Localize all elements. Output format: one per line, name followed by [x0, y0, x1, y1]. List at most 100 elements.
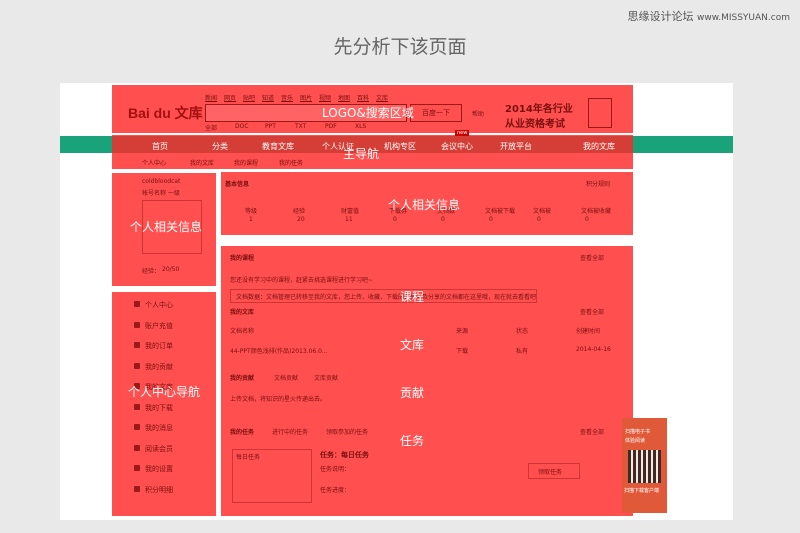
nav-item[interactable]: 机构专区: [384, 141, 416, 152]
task-desc: 任务说明：: [320, 466, 351, 473]
label-side-nav: 个人中心导航: [128, 385, 201, 399]
tasks-title: 我的任务: [230, 429, 255, 436]
library-cell[interactable]: 44-PPT颜色浅排(作品)2013.06.0...: [230, 346, 328, 355]
sidebar-item[interactable]: 账户充值: [145, 321, 173, 331]
search-tab[interactable]: 图片: [300, 93, 312, 102]
search-tab[interactable]: 贴吧: [243, 93, 255, 102]
label-library: 文库: [400, 338, 425, 352]
daily-task-label: 每日任务: [236, 454, 261, 461]
sidebar-item[interactable]: 积分明细: [145, 485, 173, 495]
search-tab[interactable]: 视频: [319, 93, 331, 102]
subnav-item[interactable]: 个人中心: [142, 158, 166, 167]
sidebar-item[interactable]: 我的订单: [145, 341, 173, 351]
sidebar-item-icon: [134, 485, 140, 492]
qr-promo-bottom: 扫描下载客户端: [624, 488, 660, 494]
subnav-item[interactable]: 我的课程: [234, 158, 258, 167]
library-column-header: 创建时间: [576, 328, 601, 335]
search-tab[interactable]: 文库: [376, 93, 388, 102]
sidebar-item[interactable]: 我的消息: [145, 423, 173, 433]
sidebar-item[interactable]: 我的贡献: [145, 362, 173, 372]
stat-value: 0: [393, 216, 397, 223]
sidebar-item-icon: [134, 321, 140, 328]
search-tab[interactable]: 百科: [357, 93, 369, 102]
stat-value: 11: [345, 216, 353, 223]
stat-label: 文档被下载: [485, 208, 516, 215]
qr-promo-top: 扫描电子书: [625, 429, 651, 435]
course-link[interactable]: 查看全部: [580, 253, 604, 262]
qr-code-icon: [628, 450, 661, 483]
stat-label: 文档被收藏: [581, 208, 612, 215]
stat-label: 经验: [293, 208, 306, 215]
sidebar-item-icon: [134, 362, 140, 369]
tasks-link[interactable]: 查看全部: [580, 427, 604, 436]
ad-banner[interactable]: 2014年各行业 从业资格考试: [505, 100, 573, 130]
subnav-item[interactable]: 我的任务: [279, 158, 303, 167]
stat-value: 0: [537, 216, 541, 223]
contrib-tab-library[interactable]: 文库贡献: [314, 373, 338, 382]
format-option[interactable]: XLS: [355, 123, 366, 130]
qr-promo[interactable]: 扫描电子书 体验阅读 扫描下载客户端: [622, 418, 667, 513]
nav-item[interactable]: 我的文库: [583, 141, 615, 152]
search-tab[interactable]: 音乐: [281, 93, 293, 102]
page-heading: 先分析下该页面: [333, 36, 467, 58]
sidebar-item-icon: [134, 424, 140, 430]
qr-promo-sub: 体验阅读: [625, 438, 646, 444]
label-main-nav: 主导航: [343, 147, 380, 161]
format-option[interactable]: PDF: [325, 123, 337, 130]
help-link[interactable]: 帮助: [472, 109, 484, 118]
course-title: 我的课程: [230, 255, 255, 262]
nav-item[interactable]: 会议中心: [441, 141, 473, 152]
stat-value: 0: [441, 216, 445, 223]
search-tab[interactable]: 新闻: [205, 93, 217, 102]
format-option[interactable]: DOC: [235, 123, 249, 130]
site-watermark: 思缘设计论坛 www.MISSYUAN.com: [627, 10, 790, 23]
search-tab[interactable]: 知道: [262, 93, 274, 102]
format-option[interactable]: PPT: [265, 123, 276, 130]
ad-figure-icon: [588, 98, 612, 128]
nav-new-badge: new: [455, 130, 470, 136]
nav-item[interactable]: 教育文库: [262, 141, 294, 152]
ad-line-1: 2014年各行业: [505, 104, 573, 115]
library-cell: 私有: [516, 348, 529, 355]
profile-levels: 帐号名称 一级: [142, 190, 180, 197]
subnav-item[interactable]: 我的文库: [190, 158, 214, 167]
search-tab[interactable]: 地图: [338, 93, 350, 102]
stat-label: 等级: [245, 208, 258, 215]
label-course: 课程: [400, 290, 425, 304]
stat-value: 20: [297, 216, 305, 223]
sidebar-item[interactable]: 个人中心: [145, 300, 173, 310]
format-option[interactable]: 全部: [205, 123, 217, 132]
label-task: 任务: [400, 434, 425, 448]
basic-info-title: 基本信息: [225, 181, 250, 188]
course-desc: 您还没有学习中的课程，赶紧去挑选课程进行学习吧~: [230, 277, 374, 284]
sidebar-item[interactable]: 我的设置: [145, 464, 173, 474]
library-cell: 2014-04-16: [576, 346, 611, 353]
tasks-tab-joined[interactable]: 领取参加的任务: [326, 427, 368, 436]
library-column-header: 状态: [516, 328, 529, 335]
ad-line-2: 从业资格考试: [505, 119, 565, 130]
logo[interactable]: Bai du 文库: [128, 103, 203, 123]
stat-label: 财富值: [341, 208, 360, 215]
search-button[interactable]: 百度一下: [410, 104, 462, 122]
sidebar-item[interactable]: 阅读会员: [145, 444, 173, 454]
sidebar-item-icon: [134, 465, 140, 471]
stat-value: 0: [489, 216, 493, 223]
stat-value: 1: [249, 216, 253, 223]
label-contribution: 贡献: [400, 386, 425, 400]
task-progress: 任务进度：: [320, 487, 351, 494]
nav-item[interactable]: 分类: [212, 141, 228, 152]
library-link[interactable]: 查看全部: [580, 307, 604, 316]
nav-item[interactable]: 开放平台: [500, 141, 532, 152]
sidebar-item-icon: [134, 444, 140, 451]
tasks-tab-active[interactable]: 进行中的任务: [272, 427, 308, 436]
sidebar-item-icon: [134, 342, 140, 348]
library-column-header: 文档名称: [230, 328, 255, 335]
library-title: 我的文库: [230, 309, 255, 316]
nav-item[interactable]: 首页: [152, 141, 168, 152]
search-tab[interactable]: 网页: [224, 93, 236, 102]
format-option[interactable]: TXT: [295, 123, 306, 130]
sidebar-item[interactable]: 我的下载: [145, 403, 173, 413]
basic-info-link[interactable]: 积分规则: [586, 179, 610, 188]
contrib-tab-docs[interactable]: 文档贡献: [274, 373, 298, 382]
task-name: 任务：每日任务: [320, 451, 369, 459]
